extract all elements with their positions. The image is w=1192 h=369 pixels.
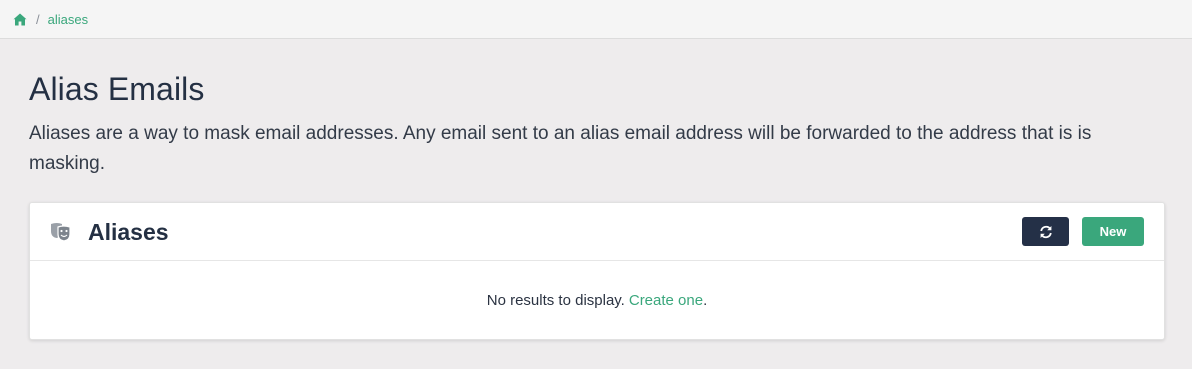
theater-masks-icon xyxy=(51,223,71,242)
card-title: Aliases xyxy=(88,219,169,245)
create-one-link[interactable]: Create one xyxy=(629,292,703,309)
breadcrumb-separator: / xyxy=(36,11,40,27)
home-icon[interactable] xyxy=(13,13,27,26)
refresh-button[interactable] xyxy=(1022,217,1069,246)
empty-state-text: No results to display. xyxy=(486,291,625,309)
card-header: Aliases New xyxy=(30,203,1164,261)
breadcrumb-link-aliases[interactable]: aliases xyxy=(48,12,88,27)
aliases-card: Aliases New No results to display. Creat… xyxy=(29,202,1165,340)
page-title: Alias Emails xyxy=(29,71,205,107)
empty-state: No results to display. Create one . xyxy=(30,261,1164,339)
page-description: Aliases are a way to mask email addresse… xyxy=(29,123,1092,174)
breadcrumb: / aliases xyxy=(0,0,1192,39)
empty-state-suffix: . xyxy=(703,291,708,309)
new-alias-button[interactable]: New xyxy=(1082,217,1144,246)
refresh-icon xyxy=(1039,225,1052,238)
